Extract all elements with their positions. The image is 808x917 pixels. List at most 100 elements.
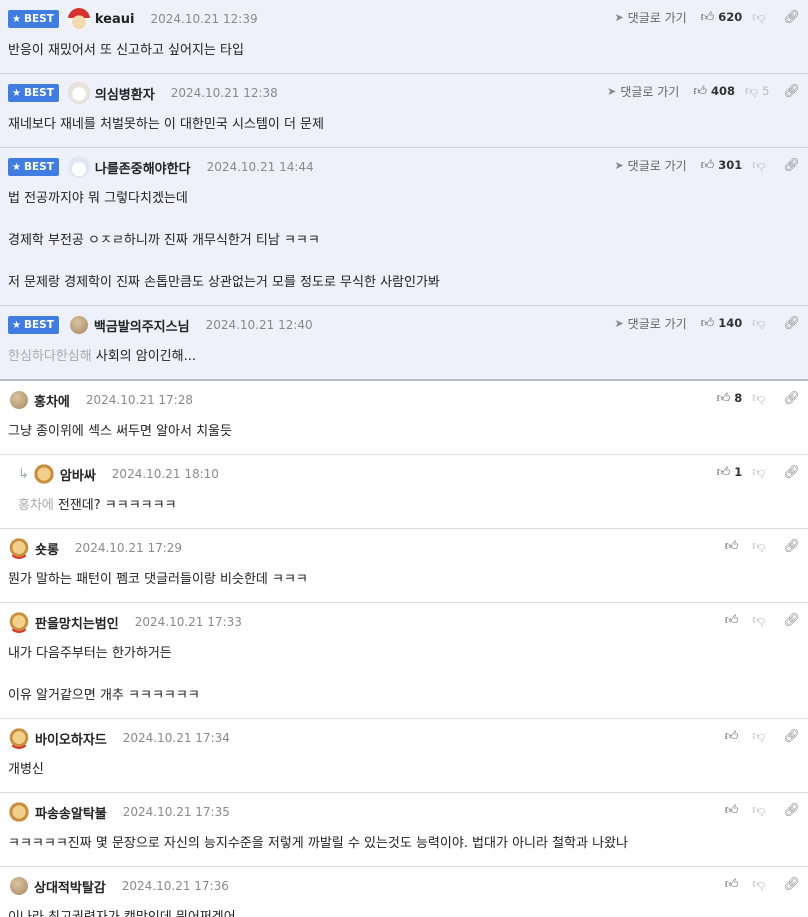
- goto-comment-link[interactable]: ➤ 댓글로 가기: [614, 9, 686, 26]
- comment-line: 이유 알거같으면 개추 ㅋㅋㅋㅋㅋㅋ: [8, 685, 800, 706]
- dislike-button[interactable]: 👎︎: [752, 316, 769, 331]
- nickname[interactable]: 파송송알탁불: [35, 803, 107, 822]
- avatar[interactable]: [10, 391, 28, 409]
- comment-text: 그냥 종이위에 섹스 써두면 알아서 치울듯: [8, 424, 232, 439]
- comment-body: 개병신: [8, 749, 800, 792]
- link-icon[interactable]: 🔗︎: [783, 316, 800, 331]
- link-icon[interactable]: 🔗︎: [783, 10, 800, 25]
- comment-line: ㅋㅋㅋㅋㅋ진짜 몇 문장으로 자신의 능지수준을 저렇게 까발릴 수 있는것도 …: [8, 833, 800, 854]
- best-badge: ★ BEST: [8, 316, 59, 334]
- nickname[interactable]: keaui: [95, 12, 135, 27]
- mention-tag[interactable]: 한심하다한심해: [8, 349, 92, 364]
- link-icon[interactable]: 🔗︎: [783, 729, 800, 744]
- link-icon[interactable]: 🔗︎: [783, 803, 800, 818]
- comment-line: 그냥 종이위에 섹스 써두면 알아서 치울듯: [8, 421, 800, 442]
- best-label: BEST: [23, 13, 54, 25]
- comment-actions: ➤ 댓글로 가기 👍︎ 620 👎︎ 🔗︎: [614, 8, 800, 26]
- thumbs-down-icon: 👎︎: [752, 464, 766, 480]
- link-icon[interactable]: 🔗︎: [783, 613, 800, 628]
- like-button[interactable]: 👍︎: [725, 729, 743, 744]
- comment-actions: 👍︎ 👎︎ 🔗︎: [725, 727, 800, 745]
- like-button[interactable]: 👍︎: [725, 803, 743, 818]
- like-button[interactable]: 👍︎ 620: [701, 10, 743, 25]
- dislike-button[interactable]: 👎︎: [752, 539, 769, 554]
- like-button[interactable]: 👍︎ 1: [717, 465, 743, 480]
- like-count: 301: [718, 158, 743, 172]
- goto-label: 댓글로 가기: [620, 84, 680, 99]
- thumbs-down-icon: 👎︎: [752, 612, 766, 628]
- timestamp: 2024.10.21 12:38: [170, 86, 278, 100]
- comment-body: 반응이 재밌어서 또 신고하고 싶어지는 타입: [8, 30, 800, 73]
- avatar[interactable]: [8, 611, 30, 633]
- goto-comment-link[interactable]: ➤ 댓글로 가기: [614, 157, 686, 174]
- dislike-button[interactable]: 👎︎: [752, 391, 769, 406]
- dislike-button[interactable]: 👎︎ 5: [745, 84, 770, 99]
- dislike-button[interactable]: 👎︎: [752, 613, 769, 628]
- dislike-button[interactable]: 👎︎: [752, 158, 769, 173]
- dislike-button[interactable]: 👎︎: [752, 877, 769, 892]
- timestamp: 2024.10.21 14:44: [206, 160, 314, 174]
- link-icon[interactable]: 🔗︎: [783, 158, 800, 173]
- avatar[interactable]: [10, 877, 28, 895]
- like-button[interactable]: 👍︎ 408: [693, 84, 735, 99]
- link-icon[interactable]: 🔗︎: [783, 539, 800, 554]
- thumbs-down-icon: 👎︎: [752, 315, 766, 331]
- avatar[interactable]: [69, 316, 88, 334]
- link-icon[interactable]: 🔗︎: [783, 391, 800, 406]
- avatar[interactable]: [8, 801, 30, 823]
- link-icon[interactable]: 🔗︎: [783, 465, 800, 480]
- timestamp: 2024.10.21 17:34: [122, 731, 230, 745]
- dislike-button[interactable]: 👎︎: [752, 10, 769, 25]
- nickname[interactable]: 나를존중해야한다: [95, 158, 191, 177]
- comment-text: 이나라 최고권력자가 캣맘인데 뭐어쩌겠어: [8, 910, 236, 917]
- comment-header: 홍차에 2024.10.21 17:28: [8, 389, 800, 411]
- avatar[interactable]: [32, 463, 55, 485]
- goto-comment-link[interactable]: ➤ 댓글로 가기: [607, 83, 679, 100]
- avatar[interactable]: [67, 156, 90, 178]
- like-button[interactable]: 👍︎: [725, 877, 743, 892]
- star-icon: ★: [12, 161, 21, 173]
- comment-text: 개병신: [8, 762, 44, 777]
- avatar[interactable]: [8, 537, 30, 559]
- thumbs-up-icon: 👍︎: [724, 802, 739, 818]
- thumbs-down-icon: 👎︎: [752, 802, 766, 818]
- avatar[interactable]: [67, 82, 90, 104]
- reply-item: ↳ 암바싸 2024.10.21 18:10 👍︎ 1 👎︎ 🔗︎ 홍차에 전잰데? ㅋㅋㅋㅋㅋ…: [0, 455, 808, 529]
- like-count: 1: [734, 465, 743, 479]
- nickname[interactable]: 홍차에: [34, 391, 70, 410]
- nickname[interactable]: 백금발의주지스님: [94, 316, 190, 335]
- dislike-button[interactable]: 👎︎: [752, 465, 769, 480]
- like-button[interactable]: 👍︎: [725, 539, 743, 554]
- dislike-button[interactable]: 👎︎: [752, 729, 769, 744]
- thumbs-down-icon: 👎︎: [752, 538, 766, 554]
- dislike-button[interactable]: 👎︎: [752, 803, 769, 818]
- like-count: 620: [718, 10, 743, 24]
- like-button[interactable]: 👍︎ 140: [701, 316, 743, 331]
- link-icon[interactable]: 🔗︎: [783, 877, 800, 892]
- comment-item: ★ BEST 의심병환자 2024.10.21 12:38 ➤ 댓글로 가기 👍︎ 408 👎︎…: [0, 74, 808, 148]
- thumbs-up-icon: 👍︎: [724, 876, 739, 892]
- mention-tag[interactable]: 홍차에: [18, 498, 54, 513]
- thumbs-up-icon: 👍︎: [700, 9, 715, 25]
- link-icon[interactable]: 🔗︎: [783, 84, 800, 99]
- avatar[interactable]: [67, 8, 90, 30]
- avatar[interactable]: [8, 727, 30, 749]
- comment-body: 내가 다음주부터는 한가하거든 이유 알거같으면 개추 ㅋㅋㅋㅋㅋㅋ: [8, 633, 800, 718]
- like-button[interactable]: 👍︎: [725, 613, 743, 628]
- like-button[interactable]: 👍︎ 8: [717, 391, 743, 406]
- like-button[interactable]: 👍︎ 301: [701, 158, 743, 173]
- comment-header: 상대적박탈감 2024.10.21 17:36: [8, 875, 800, 897]
- comment-text: 이유 알거같으면 개추 ㅋㅋㅋㅋㅋㅋ: [8, 688, 200, 703]
- nickname[interactable]: 바이오하자드: [35, 729, 107, 748]
- nickname[interactable]: 암바싸: [60, 465, 96, 484]
- goto-label: 댓글로 가기: [627, 158, 687, 173]
- nickname[interactable]: 의심병환자: [95, 84, 155, 103]
- nickname[interactable]: 상대적박탈감: [34, 877, 106, 896]
- nickname[interactable]: 숏롱: [35, 539, 59, 558]
- thumbs-down-icon: 👎︎: [752, 390, 766, 406]
- nickname[interactable]: 판을망치는범인: [35, 613, 119, 632]
- comment-header: 숏롱 2024.10.21 17:29: [8, 537, 800, 559]
- timestamp: 2024.10.21 18:10: [111, 467, 219, 481]
- goto-comment-link[interactable]: ➤ 댓글로 가기: [614, 315, 686, 332]
- thumbs-up-icon: 👍︎: [700, 157, 715, 173]
